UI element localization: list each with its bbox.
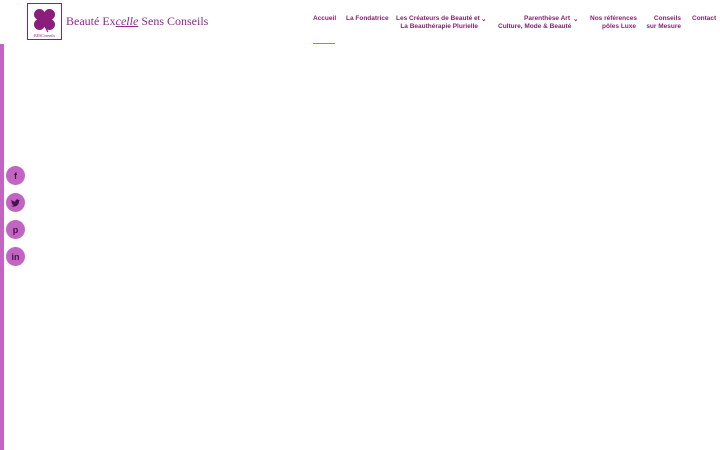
nav-item-label: La Fondatrice: [346, 15, 389, 22]
brand-title[interactable]: Beauté Excelle Sens Conseils: [66, 14, 208, 29]
nav-item-accueil[interactable]: Accueil: [313, 15, 336, 23]
site-header: BESConseils Beauté Excelle Sens Conseils…: [0, 0, 720, 44]
twitter-share-button[interactable]: [6, 193, 25, 212]
nav-item-label: Accueil: [313, 15, 337, 22]
pinterest-icon: p: [12, 224, 19, 235]
nav-item-parenthese-art[interactable]: Parenthèse Art Culture, Mode & Beauté: [498, 15, 572, 30]
nav-item-label: Conseils: [653, 15, 681, 22]
nav-item-label: Contact: [692, 15, 717, 22]
twitter-icon: [11, 198, 20, 207]
nav-item-label: Parenthèse Art: [524, 15, 570, 22]
chevron-down-icon[interactable]: ⌄: [573, 16, 578, 24]
nav-item-label-line2: sur Mesure: [646, 22, 681, 30]
nav-item-label: Les Créateurs de Beauté et: [396, 15, 480, 22]
nav-item-label: Nos références: [590, 15, 637, 22]
nav-item-la-fondatrice[interactable]: La Fondatrice: [346, 15, 389, 23]
linkedin-share-button[interactable]: in: [6, 247, 25, 266]
brand-title-prefix: Beauté Ex: [66, 14, 116, 28]
nav-item-label-line2: La Beauthérapie Plurielle: [400, 22, 478, 30]
nav-item-conseils[interactable]: Conseils sur Mesure: [646, 15, 681, 30]
facebook-icon: f: [14, 170, 17, 181]
chevron-down-icon[interactable]: ⌄: [481, 16, 486, 24]
nav-item-contact[interactable]: Contact: [692, 15, 716, 23]
brand-title-suffix: Sens Conseils: [138, 14, 209, 28]
nav-item-label-line2: Culture, Mode & Beauté: [498, 22, 572, 30]
active-nav-indicator: [313, 43, 335, 44]
left-accent-bar: [0, 44, 4, 450]
brand-title-em: celle: [115, 14, 139, 28]
logo[interactable]: BESConseils: [27, 3, 62, 40]
nav-item-createurs[interactable]: Les Créateurs de Beauté et La Beauthérap…: [396, 15, 480, 30]
pinterest-share-button[interactable]: p: [6, 220, 25, 239]
nav-item-label-line2: pôles Luxe: [602, 22, 636, 30]
clover-icon: [34, 9, 55, 33]
facebook-share-button[interactable]: f: [6, 166, 25, 185]
nav-item-references[interactable]: Nos références pôles Luxe: [590, 15, 637, 30]
linkedin-icon: in: [11, 251, 20, 262]
logo-caption: BESConseils: [33, 33, 56, 38]
